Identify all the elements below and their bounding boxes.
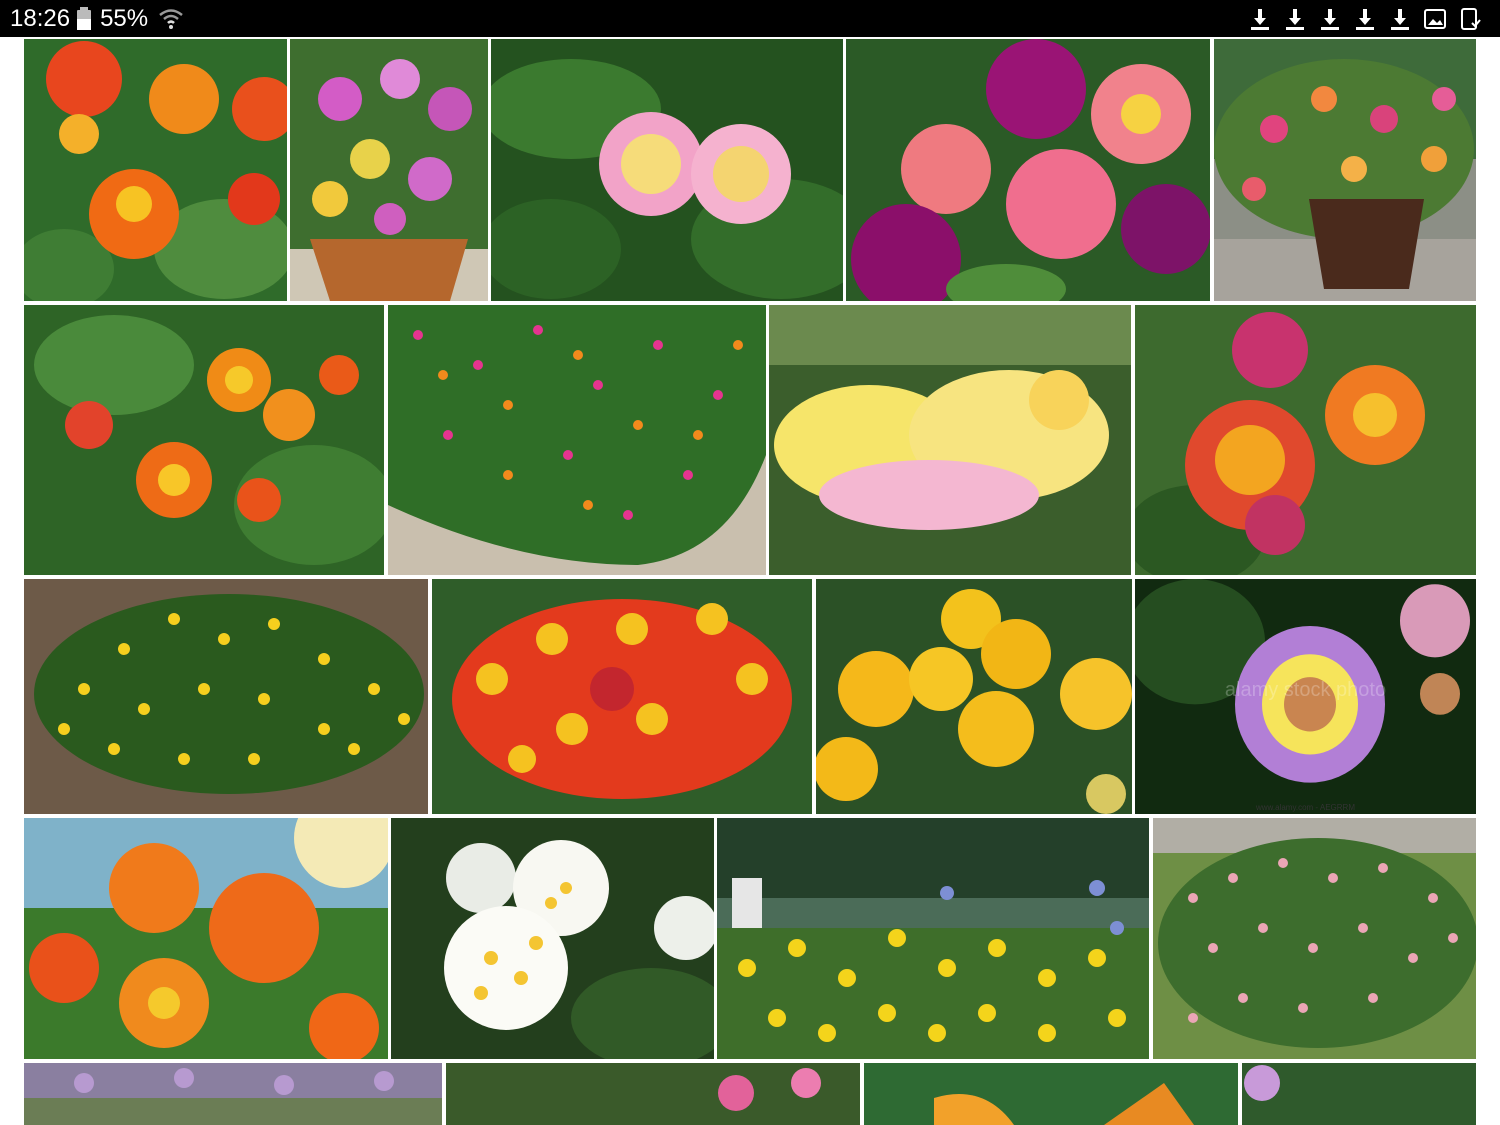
image-tile-purple-lantana[interactable]: alamy stock photo www.alamy.com - AEGRRM: [1135, 579, 1476, 814]
image-tile-partial-lavender[interactable]: [24, 1063, 442, 1125]
download-icon: [1353, 7, 1377, 31]
image-tile-orange-yellow-shrub[interactable]: [24, 305, 384, 575]
image-tile-yellow-groundcover[interactable]: [24, 579, 428, 814]
watermark-bottom: www.alamy.com - AEGRRM: [1256, 803, 1355, 812]
image-tile-magenta-lantana[interactable]: [846, 39, 1210, 301]
watermark-center: alamy stock photo: [1224, 679, 1387, 701]
image-tile-partial-flowers[interactable]: [1242, 1063, 1476, 1125]
image-tile-partial-pink[interactable]: [446, 1063, 860, 1125]
image-tile-sunlit-orange[interactable]: [24, 818, 388, 1059]
download-icon: [1388, 7, 1412, 31]
image-tile-red-orange-lantana[interactable]: [1135, 305, 1476, 575]
image-tile-gold-lantana[interactable]: [816, 579, 1132, 814]
image-tile-potted-lantana[interactable]: [1214, 39, 1476, 301]
image-tile-red-yellow-cluster[interactable]: [432, 579, 812, 814]
image-tile-pink-cream-lantana[interactable]: [491, 39, 843, 301]
image-tile-hedge-lantana[interactable]: [388, 305, 766, 575]
image-tile-basket-lantana[interactable]: [290, 39, 488, 301]
download-icon: [1283, 7, 1307, 31]
battery-percent: 55%: [100, 5, 149, 32]
image-icon: [1423, 7, 1447, 31]
download-icon: [1248, 7, 1272, 31]
image-tile-pink-shrub[interactable]: [1153, 818, 1476, 1059]
screenshot-icon: [1458, 7, 1482, 31]
status-bar: 18:26 55%: [0, 0, 1500, 37]
image-tile-partial-butterfly[interactable]: [864, 1063, 1238, 1125]
notification-icons: [1248, 5, 1482, 33]
image-results-grid: alamy stock photo www.alamy.com - AEGRRM: [0, 37, 1500, 1125]
image-tile-white-lantana[interactable]: [391, 818, 714, 1059]
image-tile-yellow-pink-lantana[interactable]: [769, 305, 1131, 575]
image-tile-orange-lantana[interactable]: [24, 39, 287, 301]
wifi-icon: [158, 6, 184, 32]
battery-icon: [74, 6, 96, 31]
status-left: 18:26 55%: [10, 3, 184, 34]
clock: 18:26: [10, 5, 71, 32]
image-tile-garden-bed[interactable]: [717, 818, 1149, 1059]
download-icon: [1318, 7, 1342, 31]
